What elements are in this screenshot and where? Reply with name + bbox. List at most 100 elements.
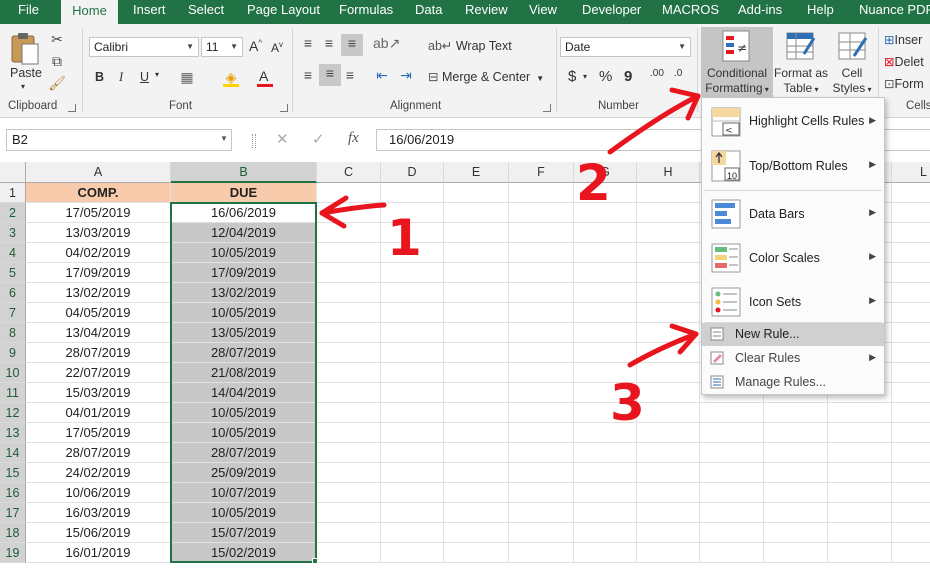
cell-comp-date[interactable]: 17/05/2019 (26, 203, 171, 223)
grid-cell[interactable] (381, 403, 444, 423)
row-header[interactable]: 13 (0, 423, 26, 443)
grid-cell[interactable] (637, 523, 700, 543)
borders-icon[interactable]: ▦ (178, 68, 196, 86)
grid-cell[interactable] (381, 523, 444, 543)
cell-due-date[interactable]: 10/05/2019 (171, 503, 317, 523)
grid-cell[interactable] (700, 503, 764, 523)
grid-cell[interactable] (509, 283, 574, 303)
row-header[interactable]: 8 (0, 323, 26, 343)
cell-comp-date[interactable]: 16/03/2019 (26, 503, 171, 523)
cut-icon[interactable]: ✂ (48, 30, 66, 48)
wrap-text-button[interactable]: ab↵ Wrap Text (428, 38, 512, 53)
cell-comp-date[interactable]: 13/02/2019 (26, 283, 171, 303)
grid-cell[interactable] (381, 223, 444, 243)
cell-due-date[interactable]: 10/05/2019 (171, 243, 317, 263)
grid-cell[interactable] (317, 283, 381, 303)
tab-home[interactable]: Home (61, 0, 118, 24)
grid-cell[interactable] (381, 283, 444, 303)
grid-cell[interactable] (381, 443, 444, 463)
grid-cell[interactable] (574, 523, 637, 543)
grid-cell[interactable] (764, 423, 828, 443)
paste-dropdown-icon[interactable]: ▾ (21, 82, 25, 91)
cell-comp-date[interactable]: 13/03/2019 (26, 223, 171, 243)
grid-cell[interactable] (444, 363, 509, 383)
underline-button[interactable]: U (140, 70, 149, 84)
tab-nuance-pdf[interactable]: Nuance PDF (859, 0, 930, 24)
column-header-f[interactable]: F (509, 162, 574, 183)
cell-comp-date[interactable]: 28/07/2019 (26, 443, 171, 463)
grid-cell[interactable] (509, 503, 574, 523)
accounting-format-button[interactable]: $ (568, 68, 576, 85)
grid-cell[interactable] (574, 483, 637, 503)
grid-cell[interactable] (509, 243, 574, 263)
tab-data[interactable]: Data (415, 0, 442, 24)
row-header[interactable]: 12 (0, 403, 26, 423)
grid-cell[interactable] (317, 463, 381, 483)
grid-cell[interactable] (317, 363, 381, 383)
cell-comp-date[interactable]: 22/07/2019 (26, 363, 171, 383)
grid-cell[interactable] (381, 463, 444, 483)
comma-style-button[interactable]: 9 (624, 68, 632, 85)
grid-cell[interactable] (637, 223, 700, 243)
grid-cell[interactable] (444, 443, 509, 463)
grid-cell[interactable] (828, 483, 892, 503)
grid-cell[interactable] (317, 503, 381, 523)
grid-cell[interactable] (637, 543, 700, 563)
row-header[interactable]: 10 (0, 363, 26, 383)
row-header[interactable]: 17 (0, 503, 26, 523)
row-header[interactable]: 11 (0, 383, 26, 403)
menu-item-top-bottom-rules[interactable]: 10 Top/Bottom Rules ▶ (702, 145, 884, 187)
grid-cell[interactable] (381, 263, 444, 283)
grid-cell[interactable] (381, 183, 444, 203)
tab-macros[interactable]: MACROS (662, 0, 719, 24)
grid-cell[interactable] (764, 543, 828, 563)
grid-cell[interactable] (509, 343, 574, 363)
grid-cell[interactable] (317, 263, 381, 283)
decrease-indent-icon[interactable]: ⇤ (372, 66, 392, 84)
formula-bar-grip[interactable] (252, 134, 256, 148)
enter-icon[interactable]: ✓ (312, 130, 325, 148)
grid-cell[interactable] (700, 483, 764, 503)
align-bottom-icon[interactable]: ≡ (341, 34, 363, 56)
cell-comp-date[interactable]: 04/02/2019 (26, 243, 171, 263)
cell-comp-date[interactable]: 10/06/2019 (26, 483, 171, 503)
grid-cell[interactable] (637, 283, 700, 303)
grid-cell[interactable] (509, 323, 574, 343)
grid-cell[interactable] (700, 543, 764, 563)
grid-cell[interactable] (444, 323, 509, 343)
grid-cell[interactable] (444, 343, 509, 363)
delete-cells-button[interactable]: ⊠Delet (884, 54, 924, 69)
grid-cell[interactable] (828, 443, 892, 463)
grid-cell[interactable] (574, 403, 637, 423)
cell-comp-date[interactable]: 15/03/2019 (26, 383, 171, 403)
grid-cell[interactable] (317, 243, 381, 263)
grid-cell[interactable] (381, 543, 444, 563)
bold-button[interactable]: B (95, 70, 104, 84)
row-header[interactable]: 4 (0, 243, 26, 263)
grid-cell[interactable] (509, 203, 574, 223)
row-header[interactable]: 9 (0, 343, 26, 363)
cell-due-date[interactable]: 10/07/2019 (171, 483, 317, 503)
grid-cell[interactable] (700, 443, 764, 463)
grid-cell[interactable] (444, 423, 509, 443)
grid-cell[interactable] (444, 223, 509, 243)
grid-cell[interactable] (509, 423, 574, 443)
grid-cell[interactable] (892, 503, 930, 523)
format-cells-button[interactable]: ⊡Form (884, 76, 924, 91)
grid-cell[interactable] (828, 463, 892, 483)
insert-cells-button[interactable]: ⊞Inser (884, 32, 922, 47)
cell-due-date[interactable]: 21/08/2019 (171, 363, 317, 383)
grid-cell[interactable] (637, 403, 700, 423)
grid-cell[interactable] (764, 503, 828, 523)
grid-cell[interactable] (574, 243, 637, 263)
menu-item-new-rule[interactable]: New Rule... (702, 323, 884, 346)
tab-select[interactable]: Select (188, 0, 224, 24)
grid-cell[interactable] (444, 263, 509, 283)
grid-cell[interactable] (892, 363, 930, 383)
cell-comp-date[interactable]: 15/06/2019 (26, 523, 171, 543)
percent-style-button[interactable]: % (599, 68, 612, 85)
grid-cell[interactable] (892, 403, 930, 423)
cell-due-date[interactable]: 10/05/2019 (171, 303, 317, 323)
row-header[interactable]: 2 (0, 203, 26, 223)
grid-cell[interactable] (444, 283, 509, 303)
